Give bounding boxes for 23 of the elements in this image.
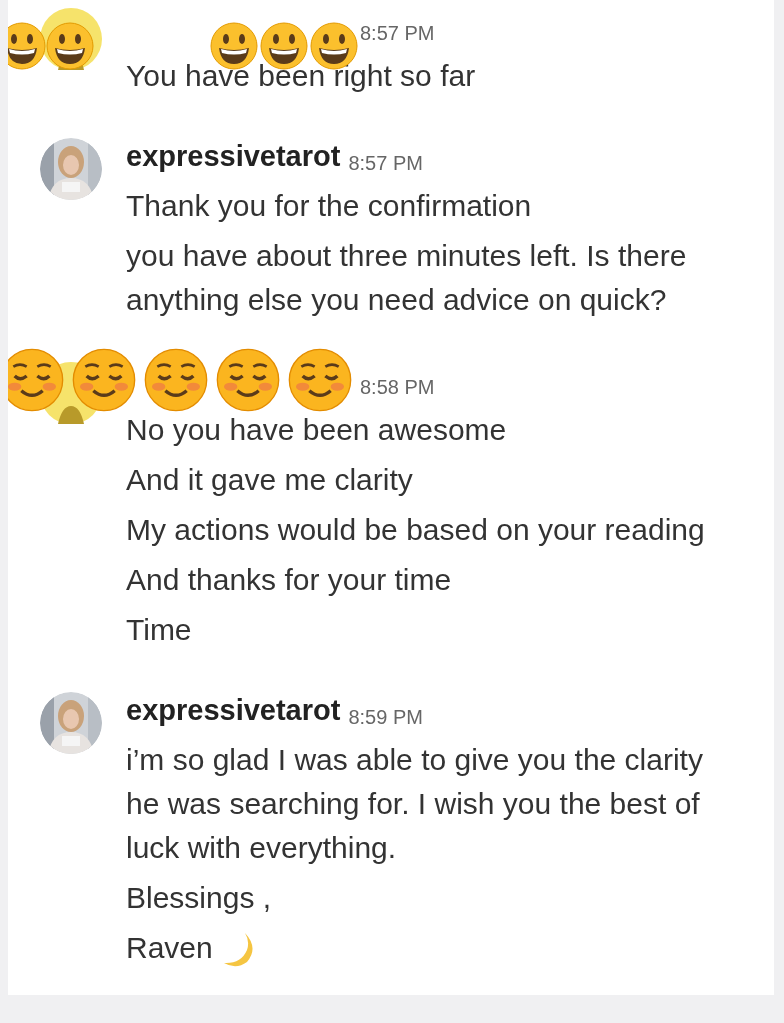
message-text: You have been right so far: [126, 58, 476, 94]
message-text: And thanks for your time: [126, 562, 453, 598]
username: expressivetarot: [126, 692, 341, 728]
message-text: Raven: [126, 926, 734, 971]
smiling-emoji-icon: [8, 348, 64, 412]
message-text: And it gave me clarity: [126, 462, 414, 498]
message-text: Thank you for the confirmation: [126, 188, 533, 224]
message-text: No you have been awesome: [126, 412, 508, 448]
username: expressivetarot: [126, 138, 341, 174]
message-text: Blessings ,: [126, 880, 273, 916]
message-time: 8:58 PM: [360, 375, 435, 400]
message-text: you have about three minutes left. Is there anything else you need advice on quick?: [126, 238, 688, 318]
message-text: My actions would be based on your reading: [126, 512, 705, 548]
message-text: i’m so glad I was able to give you the clarity he was searching for. I wish you the best of luck with everything.: [126, 742, 704, 866]
message-time: 8:57 PM: [360, 21, 435, 46]
grinning-emoji-icon: [46, 22, 94, 70]
message-time: 8:57 PM: [348, 151, 423, 176]
smiling-emoji-icon: [288, 348, 352, 412]
smiling-emoji-icon: [144, 348, 208, 412]
message-time: 8:59 PM: [348, 705, 423, 730]
smiling-emoji-icon: [72, 348, 136, 412]
message-text: Time: [126, 612, 193, 648]
smiling-emoji-icon: [216, 348, 280, 412]
